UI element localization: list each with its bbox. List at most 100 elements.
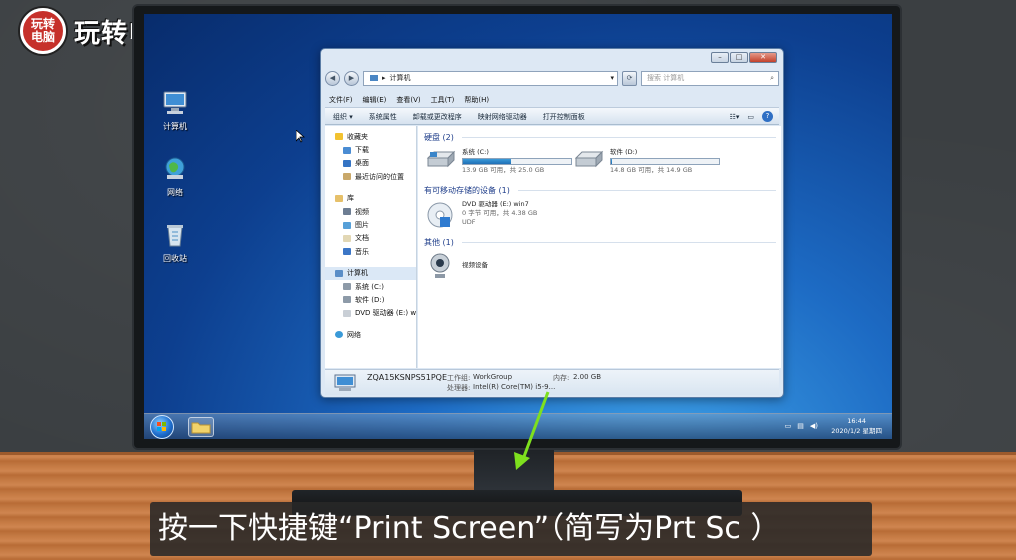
webcam-icon — [430, 253, 450, 278]
mouse-cursor-icon — [296, 130, 305, 143]
other-group-header[interactable]: 其他 (1) — [424, 237, 776, 248]
system-tray-icons: ▭ ▤ ◀) — [785, 422, 818, 430]
start-button[interactable] — [150, 415, 174, 439]
computer-icon — [163, 91, 187, 114]
document-library-icon — [343, 234, 351, 242]
drive-d-space: 14.8 GB 可用，共 14.9 GB — [610, 166, 693, 174]
nav-favorites[interactable]: 收藏夹 — [325, 130, 416, 143]
taskbar-explorer-button[interactable] — [188, 417, 214, 437]
pc-name: ZQA15KSNPS51PQE — [367, 373, 447, 382]
navigation-pane: 收藏夹 下载 桌面 最近访问的位置 库 视频 图片 文档 音乐 计算机 系统 (… — [325, 126, 417, 368]
cpu-value: Intel(R) Core(TM) i5-9... — [473, 383, 556, 391]
nav-item-drive-c[interactable]: 系统 (C:) — [325, 280, 416, 293]
nav-libraries[interactable]: 库 — [325, 192, 416, 205]
drive-c-icon — [343, 283, 351, 291]
menu-view[interactable]: 查看(V) — [396, 93, 420, 107]
removable-group-header[interactable]: 有可移动存储的设备 (1) — [424, 185, 776, 196]
menu-tools[interactable]: 工具(T) — [431, 93, 455, 107]
desktop-icon-network[interactable]: 网络 — [150, 156, 200, 198]
search-input[interactable]: 搜索 计算机 ⌕ — [641, 70, 779, 86]
folder-icon — [191, 422, 211, 434]
nav-computer[interactable]: 计算机 — [325, 266, 416, 280]
nav-item-desktop[interactable]: 桌面 — [325, 157, 416, 170]
minimize-button[interactable]: – — [711, 52, 729, 63]
back-button[interactable]: ◀ — [325, 70, 340, 86]
hard-drive-icon — [574, 150, 604, 168]
dvd-disc-icon — [427, 202, 453, 228]
drive-c-name: 系统 (C:) — [462, 148, 489, 156]
drive-c[interactable]: 系统 (C:) 13.9 GB 可用，共 25.0 GB — [426, 148, 572, 175]
nav-item-drive-d[interactable]: 软件 (D:) — [325, 293, 416, 306]
help-icon[interactable]: ? — [762, 111, 773, 122]
recent-places-icon — [343, 173, 351, 181]
preview-pane-icon[interactable]: ▭ — [747, 108, 754, 124]
nav-item-videos[interactable]: 视频 — [325, 205, 416, 218]
download-folder-icon — [343, 146, 351, 154]
desktop-icon-computer[interactable]: 计算机 — [150, 90, 200, 132]
view-options-icon[interactable]: ☷▾ — [730, 108, 740, 124]
uninstall-program-button[interactable]: 卸载或更改程序 — [413, 108, 462, 124]
dvd-name: DVD 驱动器 (E:) win7 — [462, 200, 529, 208]
video-library-icon — [343, 208, 351, 216]
tray-volume-icon[interactable]: ◀) — [810, 422, 818, 430]
monitor-stand-neck — [474, 450, 554, 494]
menu-help[interactable]: 帮助(H) — [464, 93, 489, 107]
close-button[interactable]: ✕ — [749, 52, 777, 63]
webcam-device[interactable]: 视频设备 — [426, 252, 488, 280]
open-control-panel-button[interactable]: 打开控制面板 — [543, 108, 585, 124]
computer-nav-icon — [335, 269, 343, 277]
network-icon — [165, 157, 185, 179]
menu-edit[interactable]: 编辑(E) — [363, 93, 387, 107]
maximize-button[interactable]: □ — [730, 52, 748, 63]
recycle-bin-icon — [167, 225, 183, 247]
nav-item-music[interactable]: 音乐 — [325, 245, 416, 258]
window-controls: – □ ✕ — [711, 52, 777, 63]
map-network-drive-button[interactable]: 映射网络驱动器 — [478, 108, 527, 124]
address-dropdown-icon[interactable]: ▾ — [610, 72, 617, 85]
nav-item-dvd[interactable]: DVD 驱动器 (E:) win — [325, 307, 416, 320]
clock[interactable]: 16:44 2020/1/2 星期四 — [831, 416, 882, 436]
address-row: ◀ ▶ ▸ 计算机 ▾ ⟳ 搜索 计算机 ⌕ — [325, 69, 779, 87]
details-pane: ZQA15KSNPS51PQE 工作组: WorkGroup 内存: 2.00 … — [325, 369, 779, 395]
dvd-filesystem: UDF — [462, 218, 476, 226]
drive-d-icon — [343, 296, 351, 304]
explorer-window: – □ ✕ ◀ ▶ ▸ 计算机 ▾ ⟳ 搜索 计算机 ⌕ 文件(F) 编辑(E)… — [320, 48, 784, 398]
nav-item-downloads[interactable]: 下载 — [325, 143, 416, 156]
monitor: 计算机 网络 回收站 – □ ✕ ◀ ▶ ▸ 计算机 ▾ ⟳ 搜索 计算机 ⌕ … — [132, 4, 902, 450]
drive-c-usage-bar — [462, 158, 572, 165]
drive-c-space: 13.9 GB 可用，共 25.0 GB — [462, 166, 545, 174]
memory-label: 内存: — [553, 374, 570, 382]
dvd-drive-icon — [343, 309, 351, 317]
network-nav-icon — [335, 331, 343, 339]
workgroup-value: WorkGroup — [473, 373, 513, 381]
drive-d[interactable]: 软件 (D:) 14.8 GB 可用，共 14.9 GB — [574, 148, 720, 175]
memory-value: 2.00 GB — [573, 373, 602, 381]
search-icon: ⌕ — [770, 73, 774, 82]
organize-button[interactable]: 组织 ▾ — [333, 108, 353, 124]
address-text: 计算机 — [389, 73, 411, 82]
refresh-button[interactable]: ⟳ — [622, 70, 637, 86]
taskbar: ▭ ▤ ◀) 16:44 2020/1/2 星期四 — [144, 413, 892, 439]
picture-library-icon — [343, 221, 351, 229]
hdd-group-header[interactable]: 硬盘 (2) — [424, 132, 776, 143]
clock-time: 16:44 — [847, 417, 866, 425]
nav-item-documents[interactable]: 文档 — [325, 232, 416, 245]
nav-item-pictures[interactable]: 图片 — [325, 218, 416, 231]
workgroup-label: 工作组: — [447, 374, 471, 382]
desktop-icon-recycle-bin[interactable]: 回收站 — [150, 222, 200, 264]
breadcrumb-separator: ▸ — [382, 73, 386, 82]
menu-file[interactable]: 文件(F) — [329, 93, 353, 107]
nav-item-recent[interactable]: 最近访问的位置 — [325, 170, 416, 183]
nav-network[interactable]: 网络 — [325, 328, 416, 341]
address-bar[interactable]: ▸ 计算机 ▾ — [363, 70, 618, 86]
tray-flag-icon[interactable]: ▭ — [785, 422, 792, 430]
dvd-drive[interactable]: DVD 驱动器 (E:) win7 0 字节 可用，共 4.38 GB UDF — [426, 200, 537, 230]
system-properties-button[interactable]: 系统属性 — [369, 108, 397, 124]
library-icon — [335, 194, 343, 202]
cpu-label: 处理器: — [447, 384, 471, 392]
clock-date: 2020/1/2 星期四 — [831, 427, 882, 435]
tray-network-icon[interactable]: ▤ — [797, 422, 804, 430]
forward-button[interactable]: ▶ — [344, 70, 359, 86]
computer-details-icon — [334, 374, 356, 391]
drive-d-name: 软件 (D:) — [610, 148, 638, 156]
